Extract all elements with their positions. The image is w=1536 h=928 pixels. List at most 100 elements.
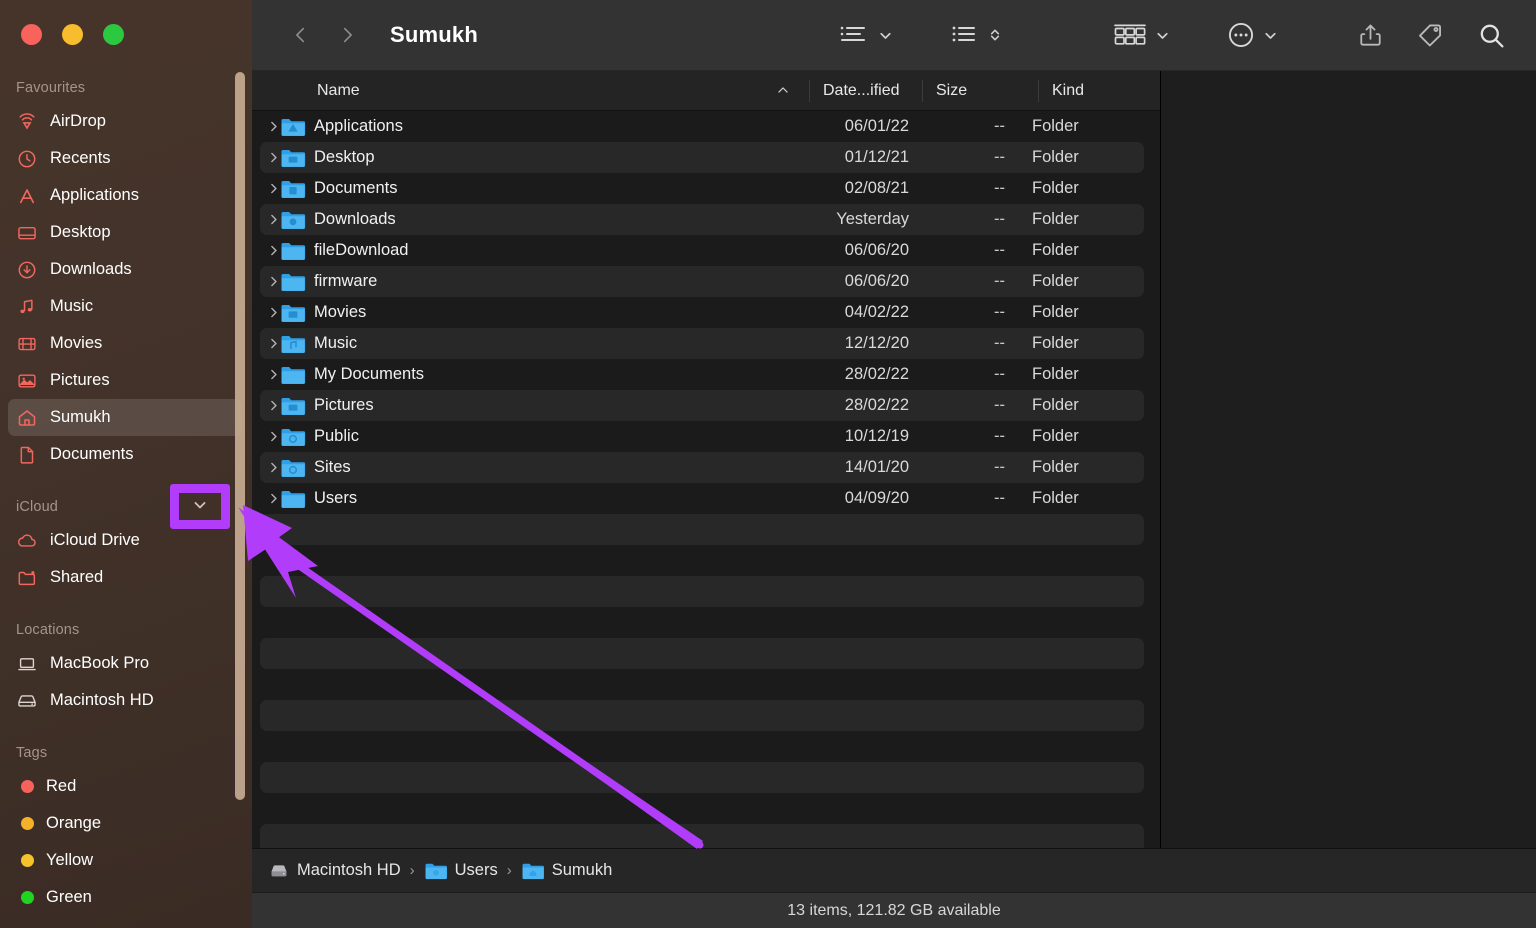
sidebar-item-tag-red[interactable]: Red bbox=[8, 768, 242, 805]
table-row[interactable]: fileDownload 06/06/20 -- Folder bbox=[252, 235, 1160, 266]
table-row[interactable]: Movies 04/02/22 -- Folder bbox=[252, 297, 1160, 328]
share-button[interactable] bbox=[1357, 21, 1384, 49]
folder-sites-icon bbox=[280, 457, 306, 479]
sidebar-item-downloads[interactable]: Downloads bbox=[8, 251, 242, 288]
icloud-collapse-button[interactable] bbox=[177, 490, 223, 520]
disclosure-triangle-icon[interactable] bbox=[252, 275, 280, 288]
table-row[interactable]: Applications 06/01/22 -- Folder bbox=[252, 111, 1160, 142]
breadcrumb-sumukh[interactable]: Sumukh bbox=[521, 861, 612, 881]
sidebar-item-pictures[interactable]: Pictures bbox=[8, 362, 242, 399]
table-row[interactable]: My Documents 28/02/22 -- Folder bbox=[252, 359, 1160, 390]
table-row[interactable]: Public 10/12/19 -- Folder bbox=[252, 421, 1160, 452]
file-size: -- bbox=[994, 334, 1005, 352]
table-row[interactable]: firmware 06/06/20 -- Folder bbox=[252, 266, 1160, 297]
table-row[interactable]: Pictures 28/02/22 -- Folder bbox=[252, 390, 1160, 421]
chevron-down-icon bbox=[880, 32, 891, 39]
sidebar-item-label: Sumukh bbox=[50, 408, 111, 426]
folder-documents-icon bbox=[280, 178, 306, 200]
disclosure-triangle-icon[interactable] bbox=[252, 306, 280, 319]
search-button[interactable] bbox=[1477, 21, 1506, 50]
file-size: -- bbox=[994, 117, 1005, 135]
sidebar-group-favourites-title: Favourites bbox=[16, 80, 86, 96]
empty-row bbox=[252, 731, 1160, 762]
table-row[interactable]: Downloads Yesterday -- Folder bbox=[252, 204, 1160, 235]
file-kind: Folder bbox=[1032, 334, 1079, 352]
breadcrumb-macintosh-hd[interactable]: Macintosh HD bbox=[268, 861, 401, 880]
file-name: Pictures bbox=[314, 396, 374, 414]
file-kind: Folder bbox=[1032, 179, 1079, 197]
back-button[interactable] bbox=[278, 15, 324, 55]
more-options-button[interactable] bbox=[1227, 21, 1279, 49]
sidebar-item-tag-orange[interactable]: Orange bbox=[8, 805, 242, 842]
toolbar: Sumukh bbox=[252, 0, 1536, 71]
disclosure-triangle-icon[interactable] bbox=[252, 182, 280, 195]
empty-row bbox=[252, 793, 1160, 824]
sidebar: Favourites AirDrop Recents Applications … bbox=[0, 0, 252, 928]
disclosure-triangle-icon[interactable] bbox=[252, 399, 280, 412]
sidebar-item-music[interactable]: Music bbox=[8, 288, 242, 325]
table-row[interactable]: Desktop 01/12/21 -- Folder bbox=[252, 142, 1160, 173]
table-row[interactable]: Documents 02/08/21 -- Folder bbox=[252, 173, 1160, 204]
file-name: Music bbox=[314, 334, 358, 352]
close-button[interactable] bbox=[21, 24, 42, 45]
sidebar-item-recents[interactable]: Recents bbox=[8, 140, 242, 177]
column-header-size[interactable]: Size bbox=[923, 71, 1039, 111]
file-name: Sites bbox=[314, 458, 351, 476]
zoom-button[interactable] bbox=[103, 24, 124, 45]
sidebar-item-airdrop[interactable]: AirDrop bbox=[8, 103, 242, 140]
column-header-name[interactable]: Name bbox=[252, 71, 810, 111]
column-header-kind[interactable]: Kind bbox=[1039, 71, 1159, 111]
column-header-date-modified[interactable]: Date...ified bbox=[810, 71, 923, 111]
music-note-icon bbox=[16, 296, 38, 318]
tags-button[interactable] bbox=[1416, 21, 1445, 49]
sidebar-scrollbar[interactable] bbox=[235, 72, 245, 800]
sidebar-item-desktop[interactable]: Desktop bbox=[8, 214, 242, 251]
view-options-button[interactable] bbox=[838, 22, 894, 48]
file-rows: Applications 06/01/22 -- Folder Desktop 01/12… bbox=[252, 111, 1160, 848]
minimize-button[interactable] bbox=[62, 24, 83, 45]
tag-dot-icon bbox=[21, 780, 34, 793]
group-sort-button[interactable] bbox=[950, 22, 1003, 48]
file-date: 28/02/22 bbox=[844, 396, 909, 414]
table-row[interactable]: Music 12/12/20 -- Folder bbox=[252, 328, 1160, 359]
file-name: Public bbox=[314, 427, 359, 445]
disclosure-triangle-icon[interactable] bbox=[252, 461, 280, 474]
file-size: -- bbox=[994, 303, 1005, 321]
chevron-down-icon bbox=[1157, 32, 1168, 39]
sidebar-item-shared[interactable]: Shared bbox=[8, 559, 242, 596]
status-text: 13 items, 121.82 GB available bbox=[787, 901, 1001, 919]
sidebar-item-sumukh[interactable]: Sumukh bbox=[8, 399, 242, 436]
table-row[interactable]: Users 04/09/20 -- Folder bbox=[252, 483, 1160, 514]
list-view-icon bbox=[840, 26, 865, 41]
file-kind: Folder bbox=[1032, 489, 1079, 507]
folder-icon bbox=[281, 242, 306, 260]
sidebar-item-macbook-pro[interactable]: MacBook Pro bbox=[8, 645, 242, 682]
gallery-view-button[interactable] bbox=[1113, 22, 1171, 48]
breadcrumb-users[interactable]: Users bbox=[424, 861, 498, 881]
sidebar-item-tag-green[interactable]: Green bbox=[8, 879, 242, 916]
sidebar-item-tag-yellow[interactable]: Yellow bbox=[8, 842, 242, 879]
disclosure-triangle-icon[interactable] bbox=[252, 213, 280, 226]
sidebar-item-applications[interactable]: Applications bbox=[8, 177, 242, 214]
disclosure-triangle-icon[interactable] bbox=[252, 120, 280, 133]
sidebar-item-label: iCloud Drive bbox=[50, 531, 140, 549]
disclosure-triangle-icon[interactable] bbox=[252, 151, 280, 164]
sidebar-item-macintosh-hd[interactable]: Macintosh HD bbox=[8, 682, 242, 719]
applications-icon bbox=[16, 185, 38, 207]
disclosure-triangle-icon[interactable] bbox=[252, 492, 280, 505]
forward-button[interactable] bbox=[324, 15, 370, 55]
sidebar-item-movies[interactable]: Movies bbox=[8, 325, 242, 362]
sidebar-group-tags-title: Tags bbox=[16, 745, 48, 761]
disclosure-triangle-icon[interactable] bbox=[252, 430, 280, 443]
disclosure-triangle-icon[interactable] bbox=[252, 368, 280, 381]
file-date: 02/08/21 bbox=[844, 179, 909, 197]
desktop-icon bbox=[16, 222, 38, 244]
file-size: -- bbox=[994, 272, 1005, 290]
sidebar-item-documents[interactable]: Documents bbox=[8, 436, 242, 473]
disclosure-triangle-icon[interactable] bbox=[252, 244, 280, 257]
table-row[interactable]: Sites 14/01/20 -- Folder bbox=[252, 452, 1160, 483]
chevron-down-icon bbox=[1265, 32, 1276, 39]
sidebar-item-icloud-drive[interactable]: iCloud Drive bbox=[8, 522, 242, 559]
disclosure-triangle-icon[interactable] bbox=[252, 337, 280, 350]
empty-row bbox=[252, 607, 1160, 638]
